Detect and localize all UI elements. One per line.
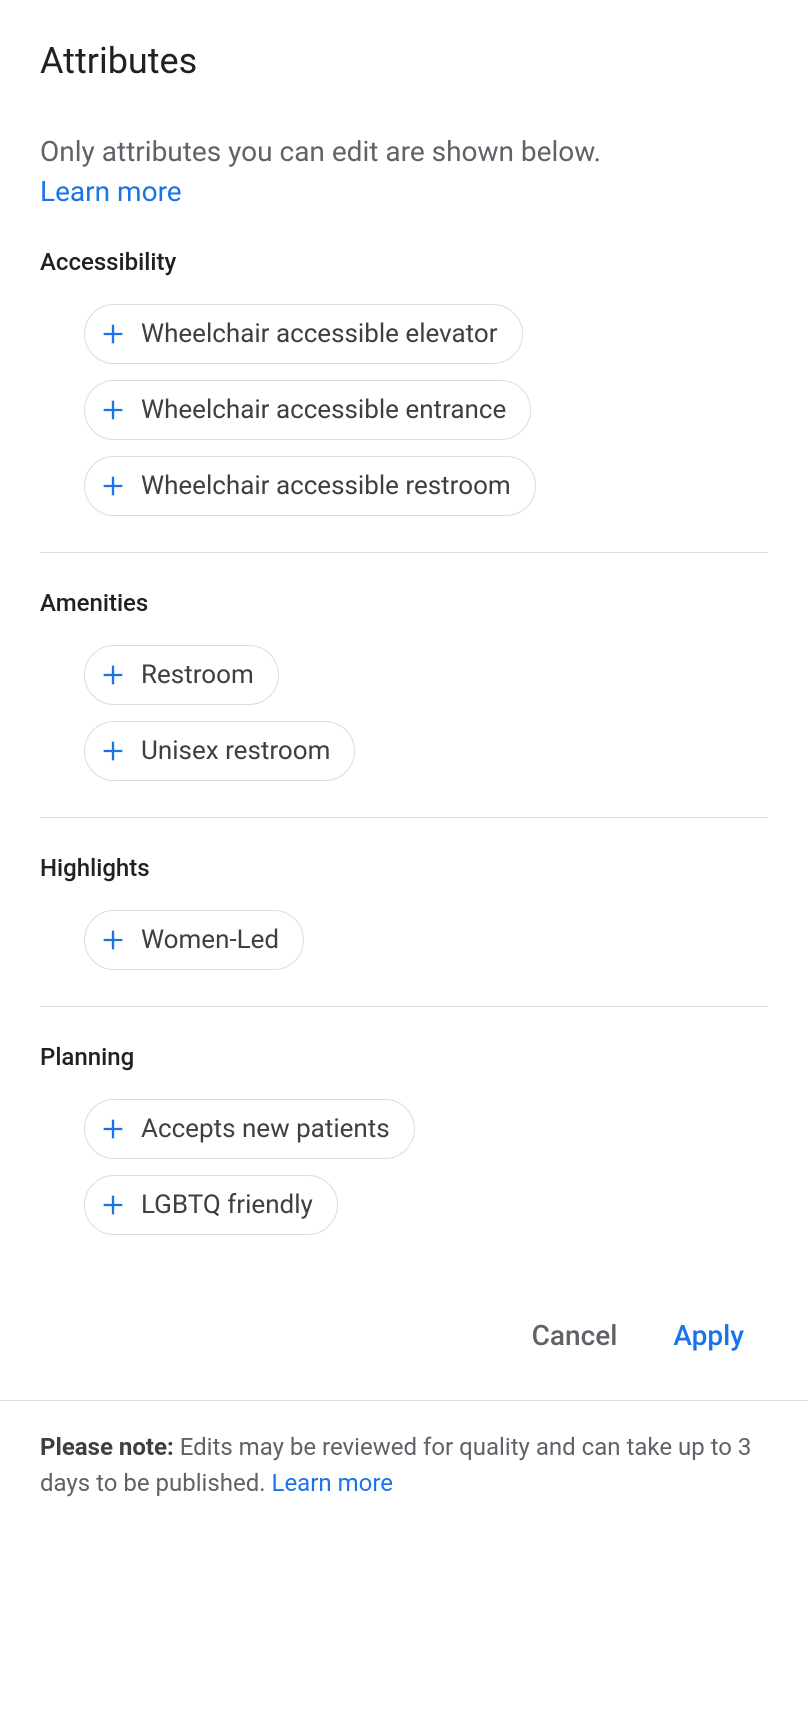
section-accessibility: Accessibility Wheelchair accessible elev… (40, 248, 768, 553)
chip-wheelchair-entrance[interactable]: Wheelchair accessible entrance (84, 380, 531, 440)
chip-women-led[interactable]: Women-Led (84, 910, 304, 970)
chip-label: LGBTQ friendly (141, 1190, 313, 1220)
footer-note: Please note: Edits may be reviewed for q… (0, 1400, 808, 1529)
chip-label: Accepts new patients (141, 1114, 390, 1144)
chip-label: Restroom (141, 660, 254, 690)
chip-lgbtq-friendly[interactable]: LGBTQ friendly (84, 1175, 338, 1235)
chip-label: Women-Led (141, 925, 279, 955)
plus-icon (99, 1191, 127, 1219)
intro-text: Only attributes you can edit are shown b… (40, 132, 768, 171)
section-title-amenities: Amenities (40, 589, 768, 617)
learn-more-link[interactable]: Learn more (40, 175, 182, 208)
chip-label: Wheelchair accessible restroom (141, 471, 511, 501)
plus-icon (99, 661, 127, 689)
section-highlights: Highlights Women-Led (40, 854, 768, 1007)
section-title-accessibility: Accessibility (40, 248, 768, 276)
footer-learn-more-link[interactable]: Learn more (272, 1469, 393, 1497)
section-title-planning: Planning (40, 1043, 768, 1071)
section-planning: Planning Accepts new patients LGBTQ frie… (40, 1043, 768, 1271)
plus-icon (99, 320, 127, 348)
chip-label: Wheelchair accessible elevator (141, 319, 498, 349)
chip-wheelchair-elevator[interactable]: Wheelchair accessible elevator (84, 304, 523, 364)
chip-label: Unisex restroom (141, 736, 330, 766)
plus-icon (99, 472, 127, 500)
chip-label: Wheelchair accessible entrance (141, 395, 506, 425)
chip-unisex-restroom[interactable]: Unisex restroom (84, 721, 355, 781)
plus-icon (99, 737, 127, 765)
apply-button[interactable]: Apply (669, 1311, 748, 1360)
page-title: Attributes (40, 40, 768, 82)
plus-icon (99, 1115, 127, 1143)
section-title-highlights: Highlights (40, 854, 768, 882)
plus-icon (99, 926, 127, 954)
section-amenities: Amenities Restroom Unisex restroom (40, 589, 768, 818)
chip-wheelchair-restroom[interactable]: Wheelchair accessible restroom (84, 456, 536, 516)
cancel-button[interactable]: Cancel (528, 1311, 622, 1360)
footer-note-bold: Please note: (40, 1433, 174, 1461)
action-bar: Cancel Apply (0, 1291, 808, 1400)
plus-icon (99, 396, 127, 424)
chip-restroom[interactable]: Restroom (84, 645, 279, 705)
chip-accepts-new-patients[interactable]: Accepts new patients (84, 1099, 415, 1159)
